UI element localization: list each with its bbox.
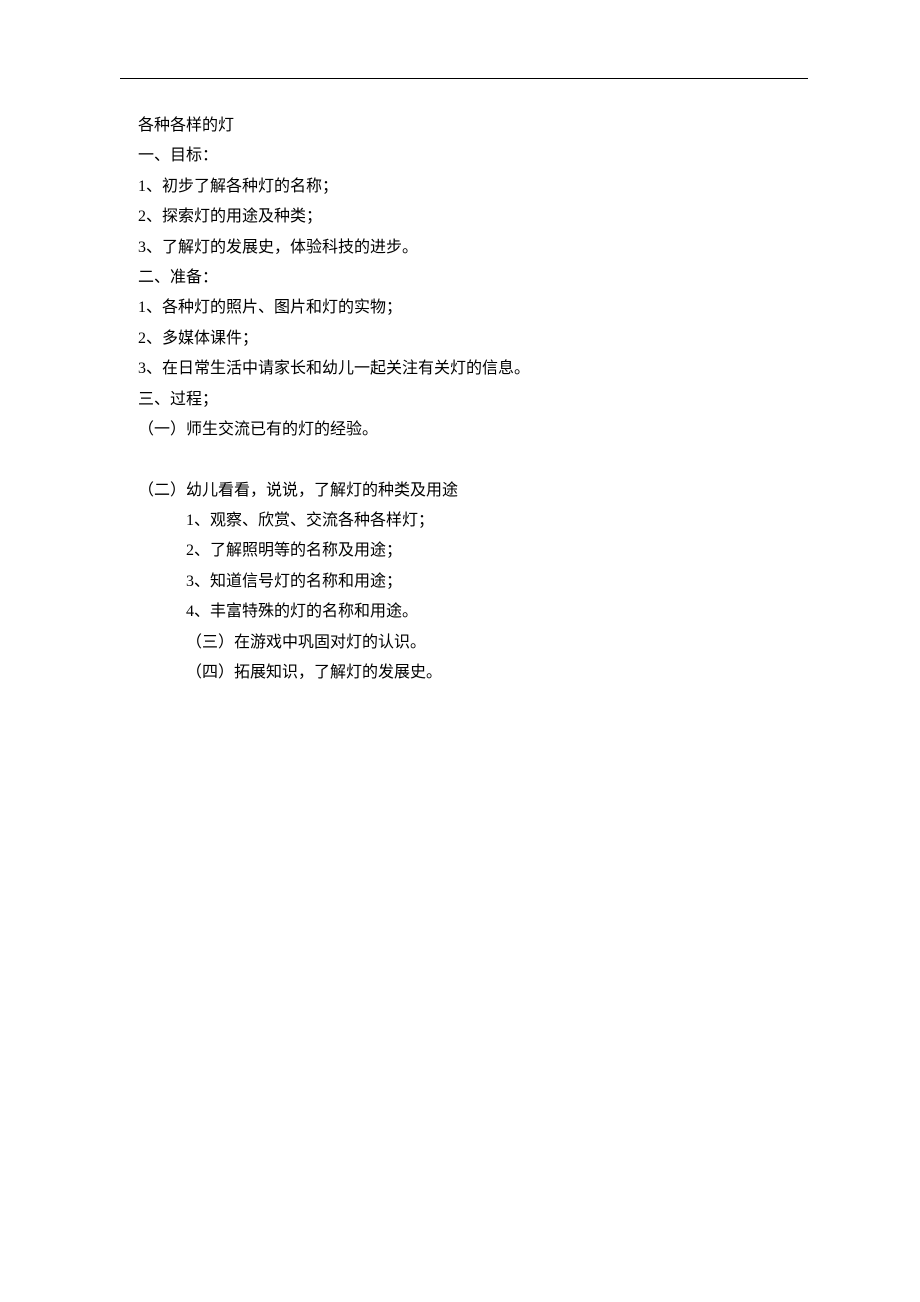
document-content: 各种各样的灯 一、目标： 1、初步了解各种灯的名称； 2、探索灯的用途及种类； … xyxy=(110,111,810,688)
section1-item-2: 2、探索灯的用途及种类； xyxy=(138,202,810,232)
section-heading-1: 一、目标： xyxy=(138,141,810,171)
section3-sub2-item-1: 1、观察、欣赏、交流各种各样灯； xyxy=(138,506,810,536)
section3-sub4: （四）拓展知识，了解灯的发展史。 xyxy=(138,658,810,688)
section2-item-3: 3、在日常生活中请家长和幼儿一起关注有关灯的信息。 xyxy=(138,354,810,384)
document-title: 各种各样的灯 xyxy=(138,111,810,141)
header-divider xyxy=(120,78,808,79)
section-heading-2: 二、准备： xyxy=(138,263,810,293)
section3-sub1: （一）师生交流已有的灯的经验。 xyxy=(138,415,810,445)
section1-item-1: 1、初步了解各种灯的名称； xyxy=(138,172,810,202)
section2-item-1: 1、各种灯的照片、图片和灯的实物； xyxy=(138,293,810,323)
section3-sub3: （三）在游戏中巩固对灯的认识。 xyxy=(138,628,810,658)
section3-sub2-item-2: 2、了解照明等的名称及用途； xyxy=(138,536,810,566)
section-heading-3: 三、过程； xyxy=(138,385,810,415)
section3-sub2-item-3: 3、知道信号灯的名称和用途； xyxy=(138,567,810,597)
section3-sub2-item-4: 4、丰富特殊的灯的名称和用途。 xyxy=(138,597,810,627)
section3-sub2-heading: （二）幼儿看看，说说，了解灯的种类及用途 xyxy=(138,476,810,506)
blank-line xyxy=(138,445,810,475)
section2-item-2: 2、多媒体课件； xyxy=(138,324,810,354)
section1-item-3: 3、了解灯的发展史，体验科技的进步。 xyxy=(138,233,810,263)
